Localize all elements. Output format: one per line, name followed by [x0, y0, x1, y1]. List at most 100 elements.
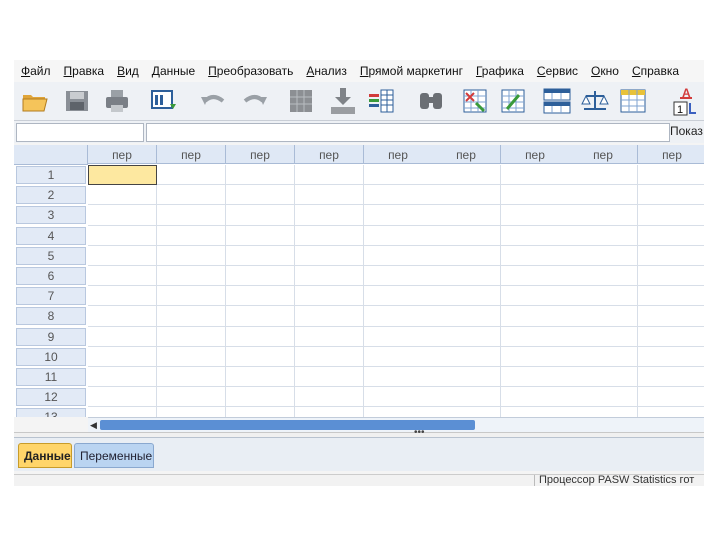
data-cell[interactable]: [432, 407, 501, 417]
data-cell[interactable]: [226, 286, 295, 307]
row-header[interactable]: 1: [16, 166, 86, 184]
data-cell[interactable]: [432, 286, 501, 307]
data-cell[interactable]: [157, 407, 226, 417]
menu-transform[interactable]: Преобразовать: [201, 64, 299, 78]
data-cell[interactable]: [88, 245, 157, 266]
menu-file[interactable]: Файл: [14, 64, 57, 78]
data-cell[interactable]: [364, 286, 433, 307]
data-cell[interactable]: [638, 367, 704, 388]
data-cell[interactable]: [88, 185, 157, 206]
insert-cases-icon[interactable]: [460, 86, 490, 116]
column-header[interactable]: пер: [157, 145, 226, 164]
menu-direct-marketing[interactable]: Прямой маркетинг: [353, 64, 469, 78]
data-cell[interactable]: [638, 346, 704, 367]
data-cell[interactable]: [432, 225, 501, 246]
data-cell[interactable]: [638, 165, 704, 186]
data-cell[interactable]: [364, 367, 433, 388]
data-cell[interactable]: [501, 245, 570, 266]
data-cell[interactable]: [569, 367, 638, 388]
menu-graphs[interactable]: Графика: [469, 64, 530, 78]
data-cell[interactable]: [157, 185, 226, 206]
data-cell[interactable]: [88, 346, 157, 367]
data-cell[interactable]: [432, 346, 501, 367]
menu-utilities[interactable]: Сервис: [530, 64, 584, 78]
data-cell[interactable]: [638, 205, 704, 226]
row-header[interactable]: 3: [16, 206, 86, 225]
data-cell[interactable]: [295, 346, 364, 367]
data-cell[interactable]: [638, 407, 704, 417]
menu-edit[interactable]: Правка: [57, 64, 111, 78]
data-cell[interactable]: [157, 367, 226, 388]
data-cell[interactable]: [569, 346, 638, 367]
column-header[interactable]: пер: [364, 145, 433, 164]
goto-case-icon[interactable]: [286, 86, 316, 116]
column-header[interactable]: пер: [432, 145, 501, 164]
row-header[interactable]: 13: [16, 408, 86, 417]
data-cell[interactable]: [638, 306, 704, 327]
menu-analyze[interactable]: Анализ: [299, 64, 353, 78]
column-header[interactable]: пер: [226, 145, 295, 164]
data-cell[interactable]: [432, 326, 501, 347]
row-header[interactable]: 9: [16, 327, 86, 346]
tab-variable-view[interactable]: Переменные: [74, 443, 154, 468]
data-cell[interactable]: [364, 306, 433, 327]
data-cell[interactable]: [157, 306, 226, 327]
row-header[interactable]: 4: [16, 226, 86, 245]
data-cell[interactable]: [501, 346, 570, 367]
data-cell[interactable]: [226, 387, 295, 408]
data-cell[interactable]: [88, 306, 157, 327]
data-cell[interactable]: [88, 205, 157, 226]
column-header[interactable]: пер: [88, 145, 157, 164]
data-cell[interactable]: [569, 185, 638, 206]
save-icon[interactable]: [62, 86, 92, 116]
data-cell[interactable]: [638, 245, 704, 266]
data-cell[interactable]: [295, 326, 364, 347]
data-cell[interactable]: [88, 286, 157, 307]
data-cell[interactable]: [432, 205, 501, 226]
data-cell[interactable]: [432, 245, 501, 266]
data-cell[interactable]: [501, 266, 570, 287]
data-cell[interactable]: [364, 205, 433, 226]
data-cell[interactable]: [157, 245, 226, 266]
data-cell[interactable]: [569, 326, 638, 347]
data-cell[interactable]: [432, 387, 501, 408]
data-cell[interactable]: [569, 306, 638, 327]
data-cell[interactable]: [226, 225, 295, 246]
data-cell[interactable]: [569, 165, 638, 186]
data-cell[interactable]: [295, 185, 364, 206]
data-cell[interactable]: [569, 245, 638, 266]
data-cell[interactable]: [432, 266, 501, 287]
data-cell[interactable]: [88, 266, 157, 287]
data-cell[interactable]: [569, 407, 638, 417]
data-cell[interactable]: [88, 225, 157, 246]
data-cell[interactable]: [364, 225, 433, 246]
data-cell[interactable]: [432, 306, 501, 327]
menu-window[interactable]: Окно: [584, 64, 625, 78]
data-cell[interactable]: [157, 205, 226, 226]
data-cell[interactable]: [295, 407, 364, 417]
data-cell[interactable]: [157, 225, 226, 246]
data-cell[interactable]: [569, 286, 638, 307]
data-cell[interactable]: [638, 185, 704, 206]
data-cell[interactable]: [295, 367, 364, 388]
split-file-icon[interactable]: [542, 86, 572, 116]
data-cell[interactable]: [569, 205, 638, 226]
cell-value-field[interactable]: [146, 123, 670, 142]
data-cell[interactable]: [501, 185, 570, 206]
column-header[interactable]: пер: [501, 145, 570, 164]
tab-data-view[interactable]: Данные: [18, 443, 72, 468]
row-header[interactable]: 2: [16, 186, 86, 205]
row-header[interactable]: 6: [16, 267, 86, 285]
data-cell[interactable]: [364, 387, 433, 408]
data-cell[interactable]: [226, 407, 295, 417]
data-cell[interactable]: [501, 225, 570, 246]
data-cell[interactable]: [638, 286, 704, 307]
column-header[interactable]: пер: [295, 145, 364, 164]
active-cell[interactable]: [88, 165, 157, 186]
data-cell[interactable]: [432, 367, 501, 388]
undo-icon[interactable]: [198, 86, 228, 116]
data-cell[interactable]: [638, 387, 704, 408]
data-cell[interactable]: [638, 225, 704, 246]
data-cell[interactable]: [501, 367, 570, 388]
column-header[interactable]: пер: [569, 145, 638, 164]
